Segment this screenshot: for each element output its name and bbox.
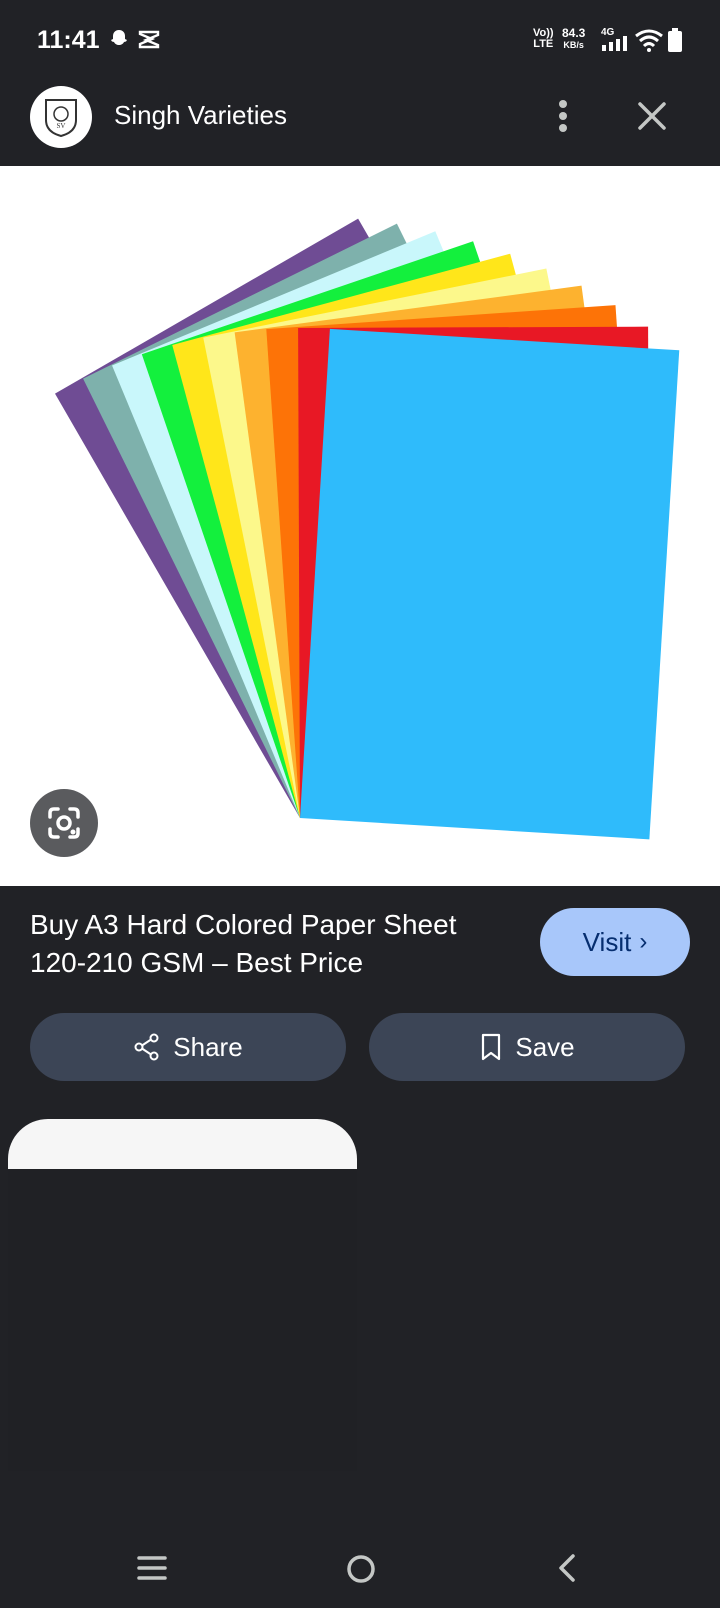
capcut-icon — [138, 30, 160, 49]
related-image-card[interactable] — [8, 1119, 357, 1471]
site-name[interactable]: Singh Varieties — [114, 100, 287, 131]
status-time: 11:41 — [37, 26, 100, 54]
save-label: Save — [515, 1031, 575, 1062]
share-button[interactable]: Share — [30, 1013, 346, 1081]
header — [0, 80, 720, 166]
status-bar: 11:41 Vo)) LTE 84.3 KB/s 4G — [0, 0, 720, 80]
colored-paper-fan-image — [55, 218, 680, 840]
snapchat-icon — [111, 30, 127, 45]
back-icon[interactable] — [556, 1553, 578, 1583]
product-image[interactable] — [0, 166, 720, 886]
product-title[interactable]: Buy A3 Hard Colored Paper Sheet 120-210 … — [30, 906, 510, 982]
wifi-icon — [635, 29, 663, 52]
signal-icon — [602, 36, 627, 51]
google-lens-button[interactable] — [30, 789, 98, 857]
bookmark-icon — [482, 1033, 501, 1061]
network-speed: 84.3 KB/s — [562, 26, 586, 50]
save-button[interactable]: Save — [369, 1013, 685, 1081]
recents-icon[interactable] — [137, 1555, 167, 1581]
site-avatar[interactable]: SV — [30, 86, 92, 148]
related-image-placeholder — [8, 1169, 357, 1471]
google-lens-icon — [48, 807, 80, 839]
visit-button[interactable]: Visit › — [540, 908, 690, 976]
share-label: Share — [173, 1031, 243, 1062]
home-icon[interactable] — [346, 1554, 376, 1584]
share-icon — [134, 1033, 159, 1061]
battery-icon — [668, 28, 682, 52]
svg-text:SV: SV — [57, 122, 66, 130]
site-logo: SV — [45, 99, 77, 138]
chevron-right-icon: › — [639, 928, 648, 955]
visit-label: Visit — [582, 926, 632, 957]
more-vert-icon[interactable] — [546, 98, 580, 134]
paper-sheet — [300, 328, 680, 840]
close-icon[interactable] — [632, 100, 672, 136]
related-image-thumbnail — [8, 1119, 357, 1169]
volte-indicator: Vo)) LTE — [533, 27, 554, 50]
